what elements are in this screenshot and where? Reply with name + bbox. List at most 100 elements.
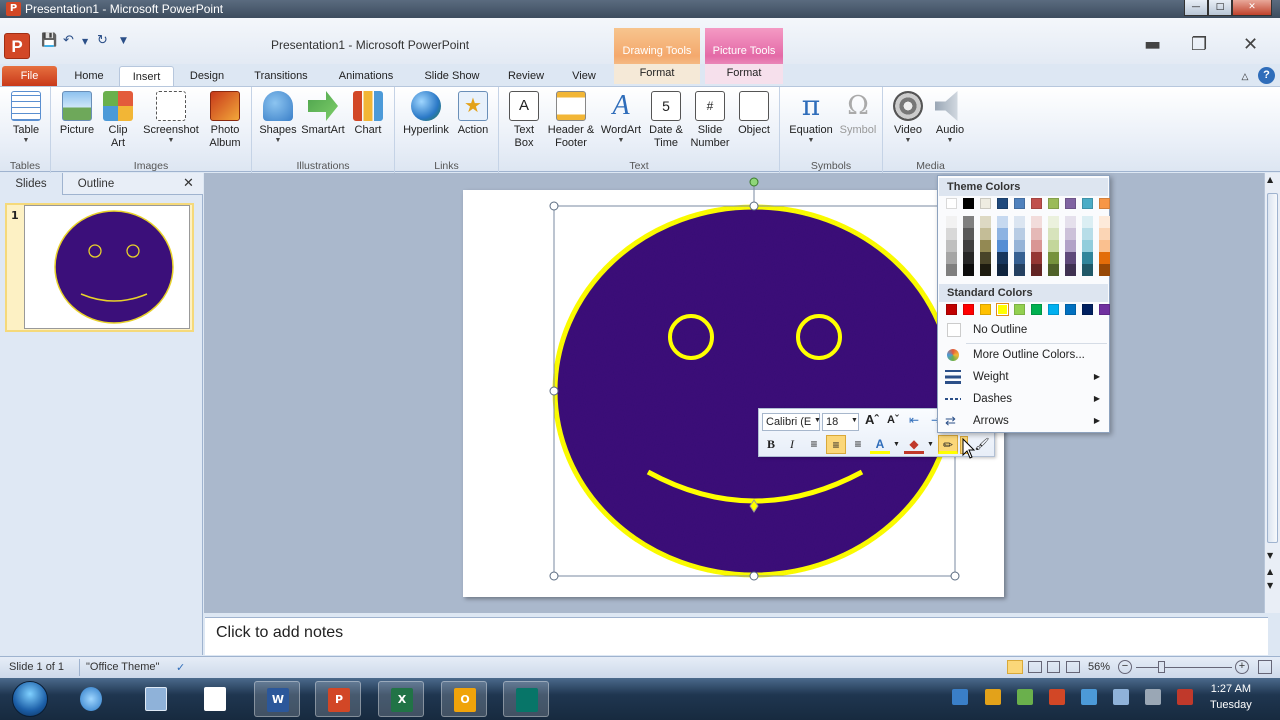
- theme-color-swatch[interactable]: [1048, 198, 1059, 209]
- taskbar-publisher[interactable]: [503, 681, 549, 717]
- tray-update-icon[interactable]: [1049, 689, 1065, 705]
- theme-shade-swatch[interactable]: [1082, 252, 1093, 264]
- weight-item[interactable]: Weight ▶: [939, 366, 1108, 388]
- theme-color-swatch[interactable]: [1099, 198, 1110, 209]
- theme-shade-swatch[interactable]: [946, 216, 957, 228]
- theme-shade-swatch[interactable]: [1099, 216, 1110, 228]
- theme-shade-swatch[interactable]: [1031, 240, 1042, 252]
- arrows-item[interactable]: ⇄ Arrows ▶: [939, 410, 1108, 432]
- grow-font-icon[interactable]: Aˆ: [865, 412, 879, 427]
- theme-shade-swatch[interactable]: [1048, 264, 1059, 276]
- theme-color-swatch[interactable]: [946, 198, 957, 209]
- theme-shade-swatch[interactable]: [1099, 252, 1110, 264]
- tab-slide-show[interactable]: Slide Show: [414, 66, 490, 86]
- theme-shade-swatch[interactable]: [1082, 264, 1093, 276]
- theme-color-swatch[interactable]: [997, 198, 1008, 209]
- theme-shade-swatch[interactable]: [1048, 228, 1059, 240]
- theme-color-swatch[interactable]: [1082, 198, 1093, 209]
- tab-insert[interactable]: Insert: [119, 66, 174, 88]
- no-outline-item[interactable]: No Outline: [939, 319, 1108, 341]
- clip-art-button[interactable]: Clip Art: [101, 91, 135, 150]
- tab-review[interactable]: Review: [498, 66, 554, 86]
- theme-shade-swatch[interactable]: [1065, 264, 1076, 276]
- font-dropdown-icon[interactable]: ▼: [814, 417, 821, 424]
- next-slide-icon[interactable]: ▼: [1267, 581, 1273, 590]
- app-minimize-icon[interactable]: ▬: [1144, 34, 1161, 55]
- dashes-item[interactable]: Dashes ▶: [939, 388, 1108, 410]
- normal-view-icon[interactable]: [1007, 660, 1023, 674]
- reading-view-icon[interactable]: [1047, 661, 1060, 673]
- standard-color-swatch[interactable]: [980, 304, 991, 315]
- align-left-icon[interactable]: ≡: [804, 435, 824, 454]
- standard-color-swatch[interactable]: [1099, 304, 1110, 315]
- standard-color-swatch[interactable]: [946, 304, 957, 315]
- scroll-thumb[interactable]: [1267, 193, 1278, 543]
- slide-show-icon[interactable]: [1066, 661, 1080, 673]
- tray-security-icon[interactable]: [985, 689, 1001, 705]
- equation-button[interactable]: π Equation ▼: [784, 91, 838, 145]
- theme-shade-swatch[interactable]: [980, 252, 991, 264]
- theme-name[interactable]: "Office Theme": [86, 661, 159, 673]
- theme-shade-swatch[interactable]: [997, 252, 1008, 264]
- decrease-indent-icon[interactable]: ⇤: [909, 413, 919, 427]
- save-icon[interactable]: 💾: [41, 33, 57, 48]
- align-right-icon[interactable]: ≡: [848, 435, 868, 454]
- slide-number-button[interactable]: # Slide Number: [687, 91, 733, 150]
- tray-monitor-icon[interactable]: [1113, 689, 1129, 705]
- minimize-ribbon-icon[interactable]: △: [1238, 66, 1252, 86]
- scroll-up-icon[interactable]: ▲: [1267, 175, 1273, 184]
- theme-shade-swatch[interactable]: [1082, 240, 1093, 252]
- tab-file[interactable]: File: [2, 66, 57, 86]
- theme-shade-swatch[interactable]: [1014, 264, 1025, 276]
- standard-color-swatch[interactable]: [1065, 304, 1076, 315]
- theme-color-swatch[interactable]: [980, 198, 991, 209]
- smiley-face-shape[interactable]: [540, 175, 970, 585]
- slide-thumbnail[interactable]: [24, 205, 190, 329]
- align-center-icon[interactable]: ≡: [826, 435, 846, 454]
- theme-color-swatch[interactable]: [1065, 198, 1076, 209]
- theme-shade-swatch[interactable]: [963, 240, 974, 252]
- standard-color-swatch[interactable]: [1048, 304, 1059, 315]
- zoom-level[interactable]: 56%: [1088, 661, 1110, 673]
- start-button[interactable]: [12, 681, 48, 717]
- table-button[interactable]: Table ▼: [6, 91, 46, 145]
- font-color-button[interactable]: A: [870, 435, 890, 454]
- theme-shade-swatch[interactable]: [1048, 252, 1059, 264]
- slide-sorter-icon[interactable]: [1028, 661, 1042, 673]
- undo-dropdown-icon[interactable]: ▼: [82, 37, 88, 46]
- theme-shade-swatch[interactable]: [1099, 240, 1110, 252]
- theme-shade-swatch[interactable]: [997, 240, 1008, 252]
- theme-shade-swatch[interactable]: [980, 240, 991, 252]
- theme-shade-swatch[interactable]: [963, 252, 974, 264]
- picture-button[interactable]: Picture: [57, 91, 97, 137]
- theme-shade-swatch[interactable]: [1014, 216, 1025, 228]
- redo-icon[interactable]: ↻: [97, 33, 108, 48]
- shapes-button[interactable]: Shapes ▼: [256, 91, 300, 145]
- tab-home[interactable]: Home: [66, 66, 112, 86]
- tab-transitions[interactable]: Transitions: [243, 66, 319, 86]
- app-close-icon[interactable]: ✕: [1243, 34, 1258, 55]
- minimize-button[interactable]: —: [1184, 0, 1208, 16]
- symbol-button[interactable]: Ω Symbol: [838, 91, 878, 137]
- theme-shade-swatch[interactable]: [1014, 228, 1025, 240]
- app-restore-icon[interactable]: ❐: [1191, 34, 1207, 55]
- tray-app-icon[interactable]: [952, 689, 968, 705]
- theme-shade-swatch[interactable]: [1031, 264, 1042, 276]
- font-color-dropdown-icon[interactable]: ▼: [893, 441, 900, 448]
- close-pane-icon[interactable]: ✕: [183, 176, 194, 191]
- tab-slides[interactable]: Slides: [0, 173, 63, 195]
- italic-button[interactable]: I: [782, 435, 802, 454]
- theme-shade-swatch[interactable]: [946, 252, 957, 264]
- theme-shade-swatch[interactable]: [980, 228, 991, 240]
- theme-color-swatch[interactable]: [963, 198, 974, 209]
- tab-outline[interactable]: Outline: [64, 173, 128, 195]
- shrink-font-icon[interactable]: Aˇ: [887, 414, 899, 426]
- theme-shade-swatch[interactable]: [1048, 240, 1059, 252]
- object-button[interactable]: Object: [733, 91, 775, 137]
- tab-animations[interactable]: Animations: [328, 66, 404, 86]
- theme-shade-swatch[interactable]: [997, 228, 1008, 240]
- theme-shade-swatch[interactable]: [946, 264, 957, 276]
- zoom-slider-thumb[interactable]: [1158, 661, 1165, 673]
- wordart-button[interactable]: A WordArt ▼: [597, 91, 645, 145]
- taskbar-desktop[interactable]: [133, 681, 179, 717]
